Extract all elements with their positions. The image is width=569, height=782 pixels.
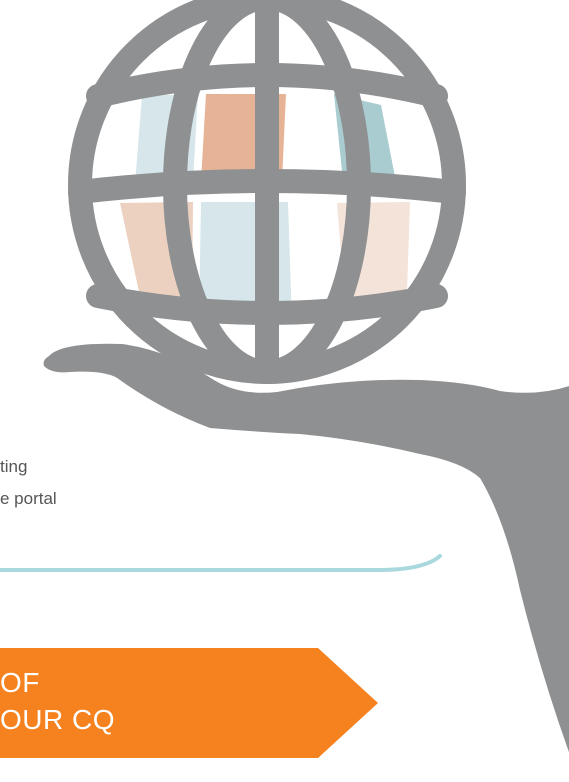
cta-banner-shape [0,648,378,758]
body-text-line: ting [0,457,28,476]
body-text-line: e portal [0,489,57,508]
banner-title-line: OF [0,667,40,698]
banner-title-line: OUR CQ [0,704,115,735]
globe-in-hand-illustration [0,0,569,758]
globe-icon [68,0,466,384]
section-divider-curve [0,554,442,572]
